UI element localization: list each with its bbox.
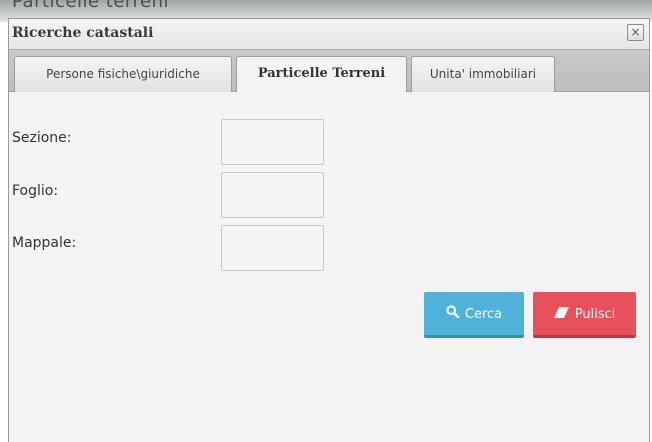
close-icon: × [630, 25, 641, 39]
tab-bar: Persone fisiche\giuridiche Particelle Te… [9, 49, 649, 93]
ricerche-catastali-dialog: Ricerche catastali × Persone fisiche\giu… [8, 18, 650, 442]
cerca-label: Cerca [464, 307, 503, 322]
search-icon [446, 292, 460, 338]
sezione-label: Sezione: [12, 130, 72, 146]
eraser-icon [553, 292, 569, 338]
foglio-input[interactable] [221, 172, 324, 218]
search-form: Sezione: Foglio: Mappale: Cerca Pulisci [9, 92, 649, 442]
pulisci-label: Pulisci [574, 307, 616, 322]
tab-particelle-terreni[interactable]: Particelle Terreni [236, 56, 407, 93]
dialog-titlebar[interactable]: Ricerche catastali × [9, 19, 649, 49]
pulisci-button[interactable]: Pulisci [533, 292, 636, 338]
tab-unita-immobiliari[interactable]: Unita' immobiliari [411, 56, 555, 92]
dialog-title: Ricerche catastali [12, 25, 154, 41]
mappale-label: Mappale: [12, 235, 77, 251]
cerca-button[interactable]: Cerca [424, 292, 524, 338]
mappale-input[interactable] [221, 225, 324, 271]
background-heading: Particelle terreni [12, 0, 170, 12]
sezione-input[interactable] [221, 119, 324, 165]
close-button[interactable]: × [627, 24, 644, 41]
foglio-label: Foglio: [12, 183, 59, 199]
tab-persone-fisiche-giuridiche[interactable]: Persone fisiche\giuridiche [14, 56, 232, 92]
